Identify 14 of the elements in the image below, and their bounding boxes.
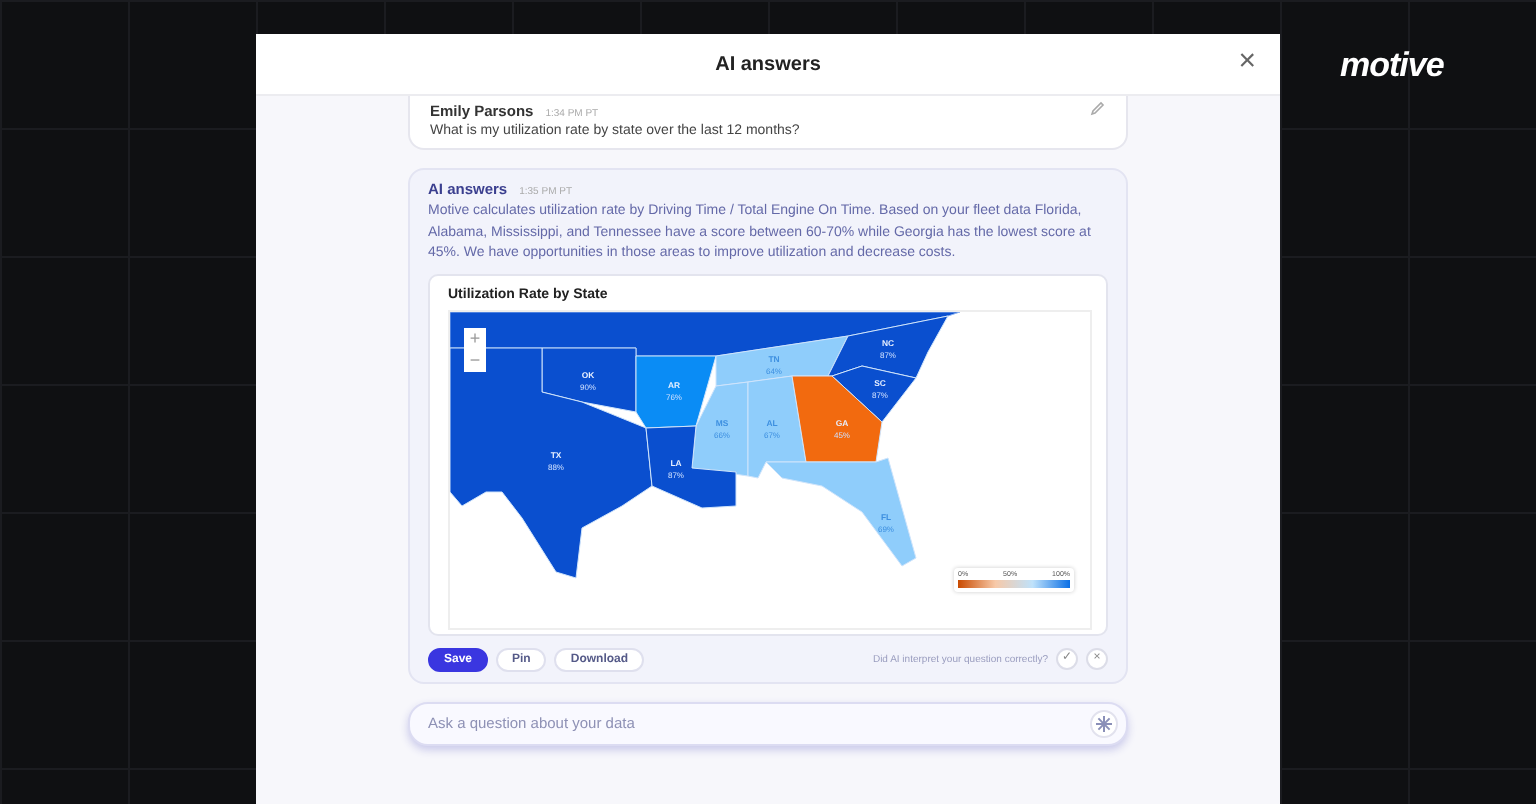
zoom-in-button[interactable]: + — [464, 327, 486, 349]
state-shape[interactable] — [450, 346, 653, 578]
state-shape[interactable] — [645, 424, 737, 508]
close-button[interactable]: × — [1234, 46, 1260, 78]
state-shape[interactable] — [765, 456, 917, 566]
state-shape[interactable] — [827, 314, 949, 378]
state-shape[interactable] — [541, 346, 637, 412]
state-shape[interactable] — [747, 374, 807, 478]
state-shape[interactable] — [691, 380, 749, 476]
state-shape[interactable] — [715, 334, 849, 386]
legend-gradient — [958, 579, 1070, 587]
state-shape[interactable] — [831, 364, 917, 422]
brand-logo: motive — [1340, 46, 1444, 86]
modal-title: AI answers — [715, 53, 821, 75]
